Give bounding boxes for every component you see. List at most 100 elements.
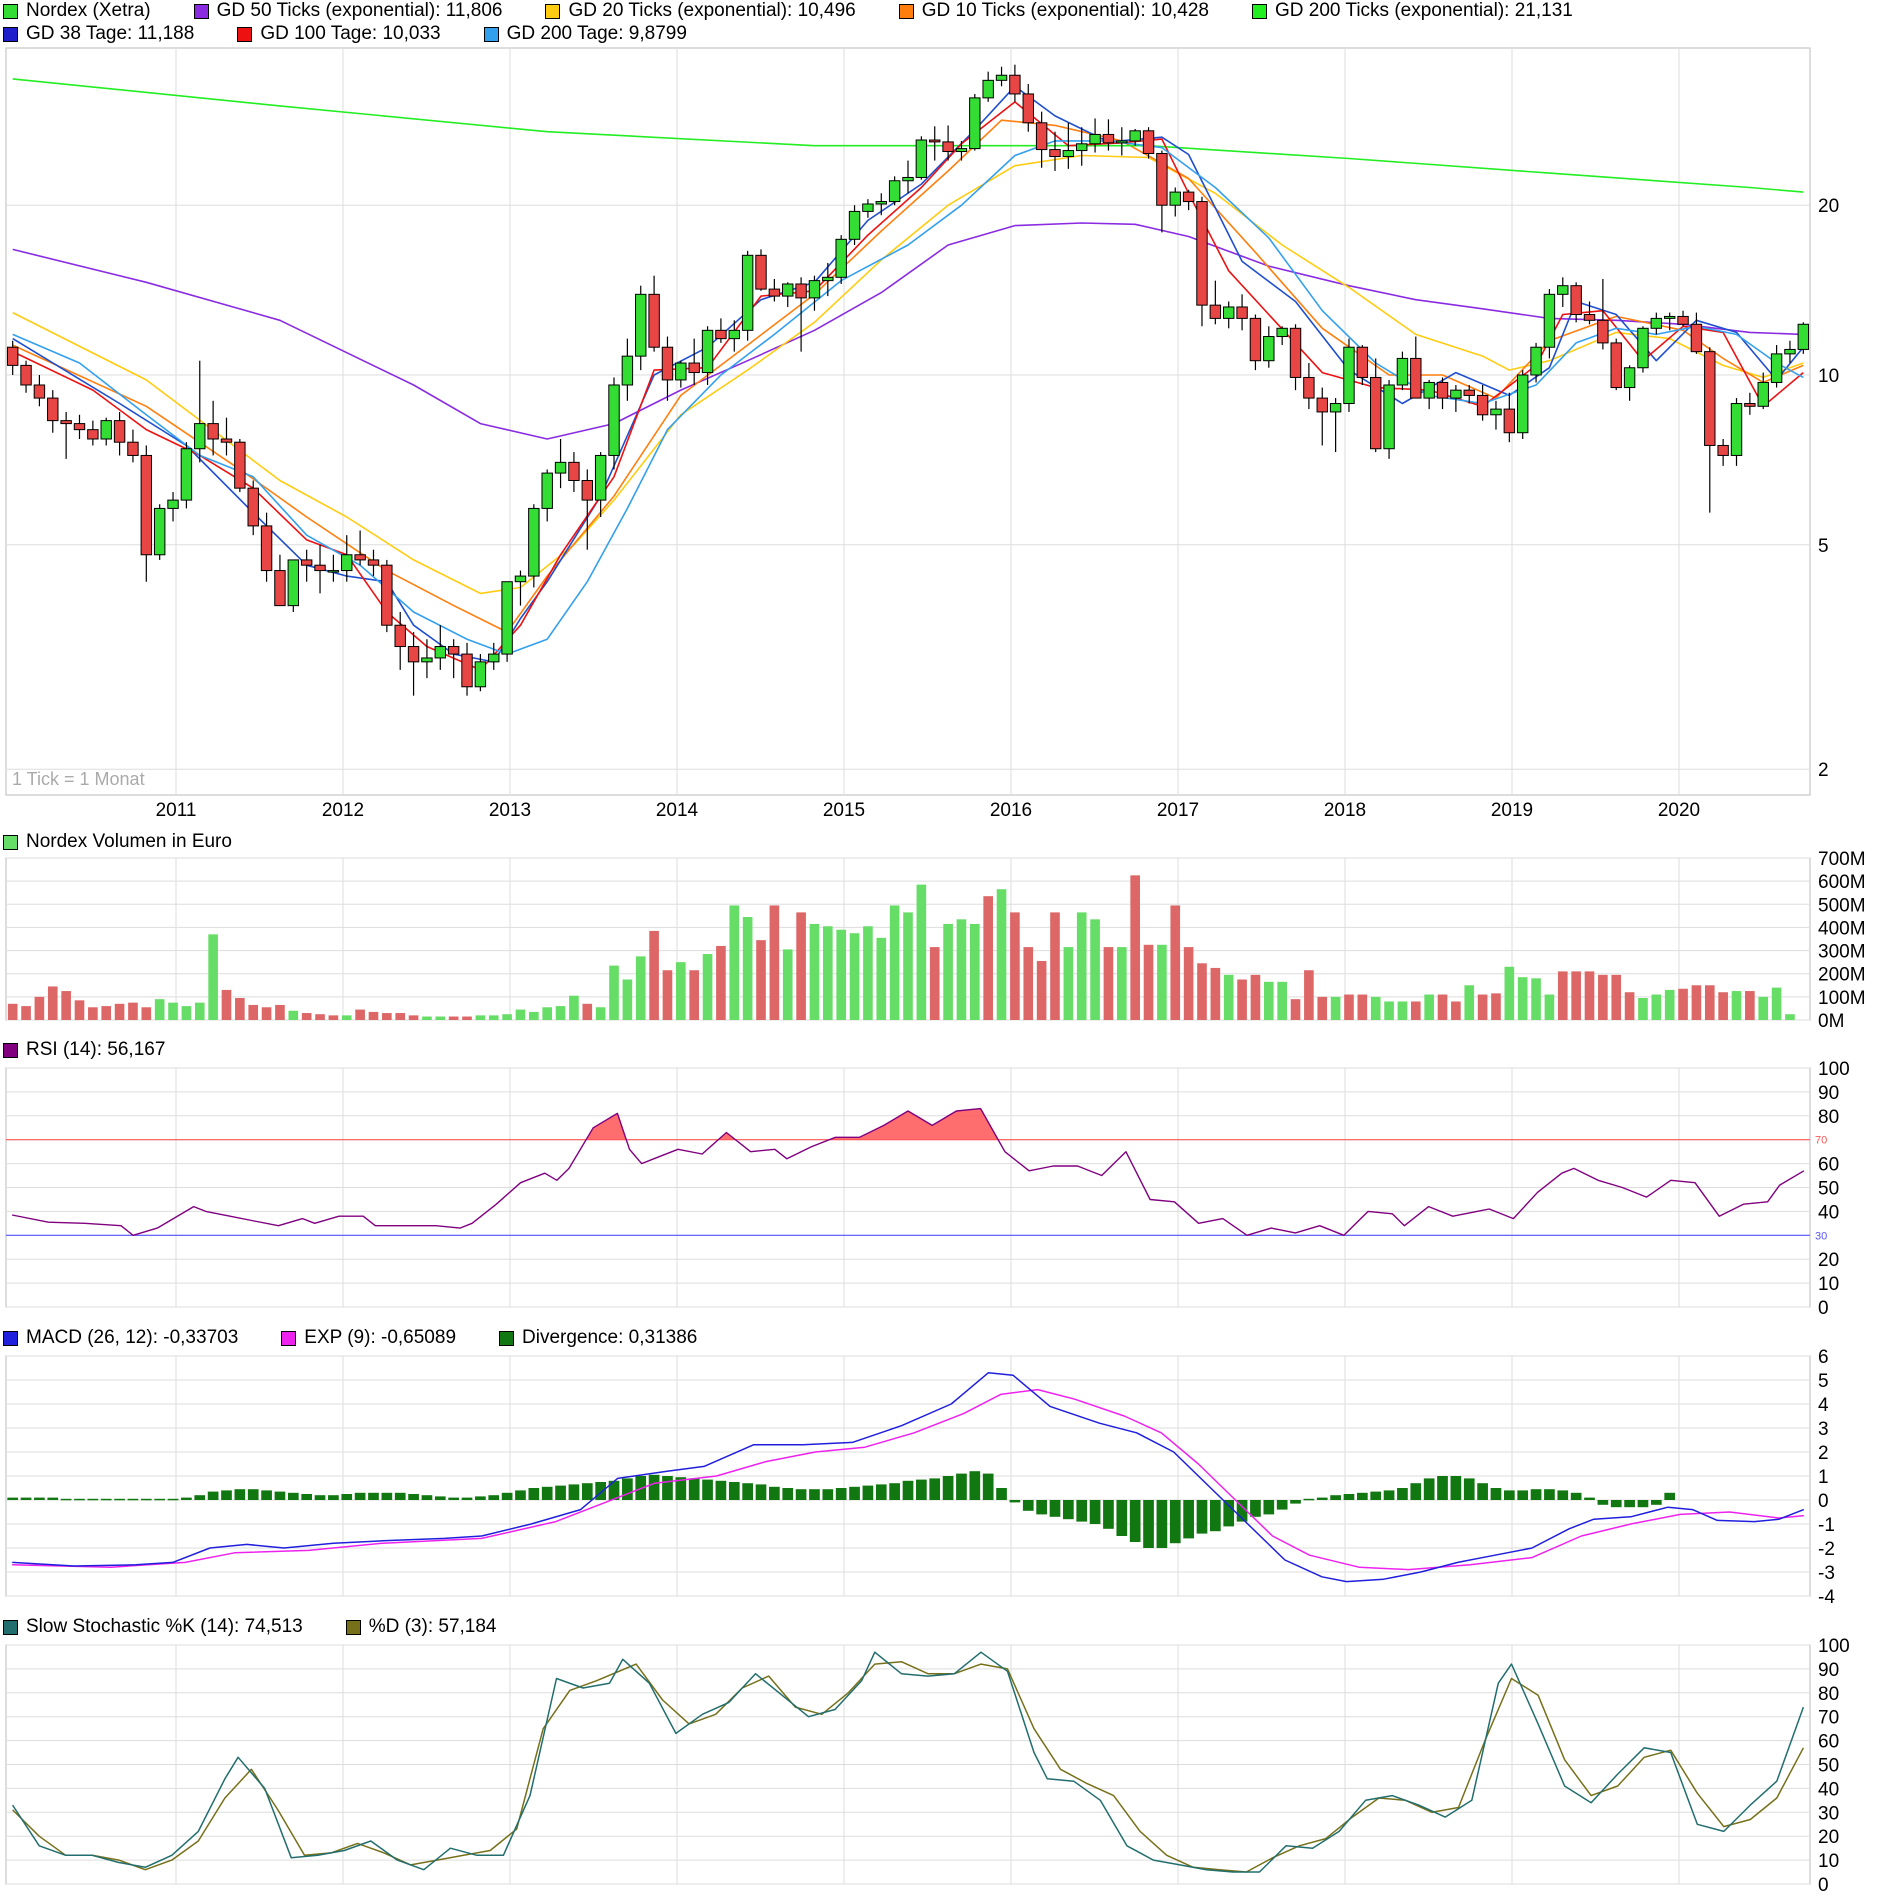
candle — [1717, 444, 1729, 456]
candle — [1222, 306, 1235, 319]
candle — [1142, 130, 1155, 155]
volume-bar — [676, 962, 686, 1020]
candle — [1062, 150, 1075, 158]
divergence-bar — [1009, 1500, 1021, 1503]
candle — [73, 423, 86, 431]
candle — [1410, 357, 1422, 399]
volume-bar — [128, 1002, 138, 1020]
y-tick-label: 300M — [1818, 942, 1866, 963]
candle — [902, 176, 914, 182]
candle — [808, 280, 821, 299]
candle — [1249, 317, 1262, 362]
candle — [87, 429, 99, 440]
divergence-bar — [1049, 1500, 1061, 1517]
y-tick-label: 60 — [1818, 1732, 1839, 1753]
volume-bar — [1624, 992, 1635, 1020]
x-tick-label: 2017 — [1157, 800, 1199, 821]
candle — [822, 276, 834, 282]
candle — [474, 661, 487, 688]
candle — [675, 362, 687, 381]
candle — [381, 564, 393, 626]
candle — [581, 480, 594, 501]
volume-bar — [462, 1016, 472, 1020]
divergence-bar — [301, 1494, 313, 1500]
volume-bar — [756, 940, 766, 1020]
candle — [1049, 149, 1061, 158]
candle — [1623, 367, 1636, 389]
volume-bar — [1116, 947, 1127, 1020]
candle — [1637, 327, 1649, 369]
candle — [1583, 314, 1596, 321]
y-tick-label: 5 — [1818, 536, 1829, 557]
volume-bar — [1130, 875, 1140, 1020]
candle — [715, 329, 727, 340]
candle — [1784, 348, 1796, 355]
volume-bar — [154, 999, 165, 1020]
y-tick-label: 2 — [1818, 1443, 1829, 1464]
divergence-bar — [742, 1483, 753, 1500]
volume-bar — [1263, 981, 1274, 1020]
candle — [354, 554, 366, 561]
divergence-bar — [715, 1480, 727, 1500]
volume-bar — [849, 933, 860, 1020]
divergence-bar — [234, 1489, 246, 1500]
y-tick-label: -4 — [1818, 1587, 1835, 1608]
candle — [247, 487, 259, 527]
y-tick-label: 40 — [1818, 1202, 1839, 1223]
divergence-bar — [434, 1496, 446, 1500]
candle — [1650, 317, 1663, 329]
candle — [1704, 351, 1716, 446]
volume-bar — [916, 884, 927, 1020]
divergence-bar — [501, 1492, 513, 1500]
divergence-bar — [1503, 1490, 1515, 1500]
volume-bar — [1143, 944, 1154, 1020]
divergence-bar — [969, 1471, 981, 1500]
candle — [862, 203, 874, 212]
y-tick-label: 100 — [1818, 1636, 1850, 1657]
stochastic-panel: 0 10 20 30 4050 60 70 80 90 100 — [5, 1636, 1850, 1896]
divergence-bar — [274, 1491, 286, 1500]
y-tick-label: 10 — [1818, 1274, 1839, 1295]
volume-bar — [1237, 979, 1247, 1020]
divergence-bar — [795, 1489, 807, 1500]
candle — [274, 570, 286, 607]
volume-bar — [1410, 1001, 1421, 1020]
y-tick-label: 600M — [1818, 872, 1866, 893]
divergence-bar — [154, 1498, 166, 1501]
candle — [701, 329, 714, 374]
volume-bar — [1304, 970, 1314, 1020]
divergence-bar — [20, 1497, 32, 1500]
volume-bar — [382, 1013, 392, 1020]
y-tick-label: 50 — [1818, 1756, 1839, 1777]
candle — [1276, 327, 1288, 338]
candle — [741, 254, 754, 331]
candle — [1035, 122, 1048, 151]
candle — [648, 293, 660, 348]
candle — [1730, 403, 1743, 456]
volume-bar — [328, 1015, 339, 1020]
volume-bar — [1157, 944, 1167, 1020]
divergence-bar — [1356, 1492, 1368, 1500]
divergence-bar — [528, 1488, 540, 1500]
y-tick-label: 10 — [1818, 1851, 1839, 1872]
candle — [1156, 153, 1168, 206]
y-tick-label: 20 — [1818, 1827, 1839, 1848]
candle — [327, 570, 340, 573]
volume-bar — [101, 1006, 112, 1020]
divergence-bar — [381, 1492, 393, 1500]
divergence-bar — [60, 1498, 72, 1501]
volume-bar — [47, 986, 58, 1020]
divergence-bar — [1437, 1476, 1448, 1500]
divergence-bar — [221, 1490, 232, 1500]
volume-bar — [689, 970, 700, 1020]
y-tick-label: 40 — [1818, 1779, 1839, 1800]
candle — [1476, 394, 1489, 416]
divergence-bar — [1169, 1500, 1181, 1544]
candle — [207, 423, 219, 440]
divergence-bar — [1330, 1495, 1341, 1500]
candle — [447, 646, 460, 655]
divergence-bar — [314, 1495, 326, 1500]
divergence-bar — [648, 1474, 660, 1500]
x-tick-label: 2011 — [156, 800, 197, 821]
volume-bar — [261, 1007, 272, 1020]
